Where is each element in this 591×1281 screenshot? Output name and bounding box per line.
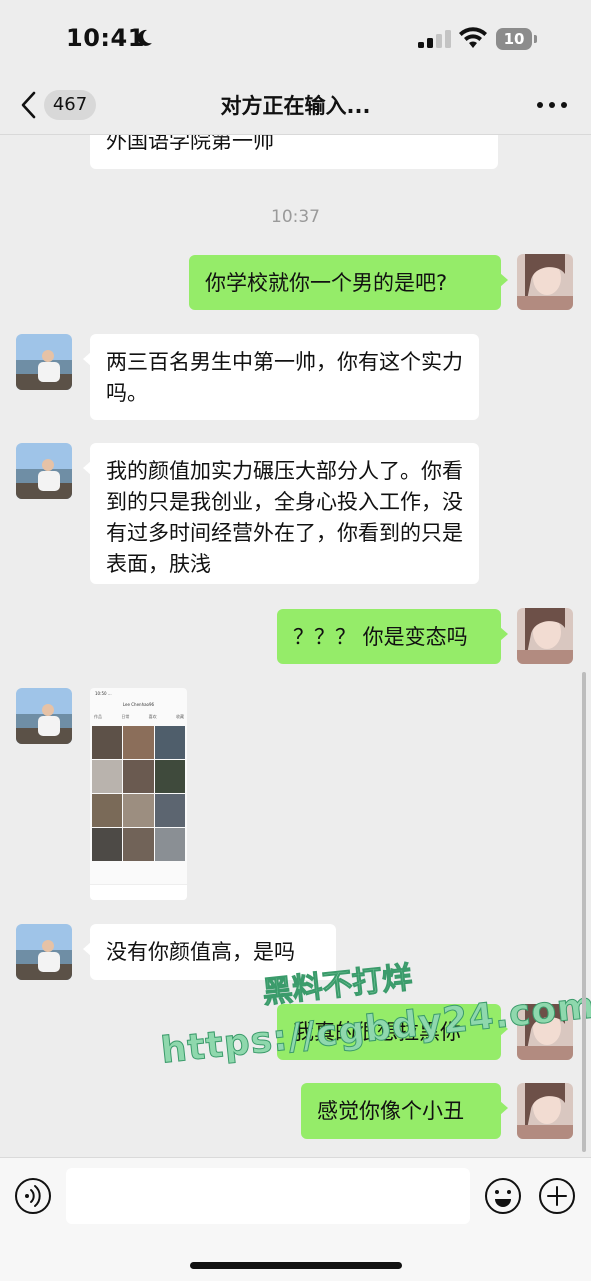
contact-avatar[interactable] [16,688,72,744]
contact-avatar[interactable] [16,924,72,980]
home-indicator[interactable] [190,1262,402,1269]
emoji-icon[interactable] [484,1177,522,1215]
battery-level: 10 [496,28,532,50]
moon-icon [137,29,152,46]
message-bubble[interactable]: 两三百名男生中第一帅，你有这个实力吗。 [83,334,479,420]
image-mini-tabs: 作品 日常 喜欢 收藏 [94,714,184,719]
image-mini-name: Lee Chenhao96 [122,702,155,707]
chat-title: 对方正在输入... [220,94,371,118]
message-text: 我的颜值加实力碾压大部分人了。你看到的只是我创业，全身心投入工作，没有过多时间经… [106,459,463,576]
message-text: 外国语学院第一帅 [106,135,274,153]
contact-avatar[interactable] [16,334,72,390]
message-timestamp: 10:37 [271,207,320,227]
message-bubble[interactable]: 外国语学院第一帅 [90,135,498,169]
my-avatar[interactable] [517,254,573,310]
signal-icon [418,30,451,48]
battery-icon: 10 [496,28,538,50]
image-mini-bottom-bar [90,884,187,900]
status-bar: 10:41 10 [0,0,591,76]
my-avatar[interactable] [517,1083,573,1139]
scrollbar[interactable] [582,672,586,1152]
my-avatar[interactable] [517,608,573,664]
message-text: 你学校就你一个男的是吧? [205,271,448,295]
voice-icon[interactable] [14,1177,52,1215]
message-text: 感觉你像个小丑 [317,1099,464,1123]
more-dots-icon[interactable] [534,98,570,112]
wifi-icon [459,27,487,48]
message-text: 没有你颜值高，是吗 [106,940,295,964]
plus-icon[interactable] [538,1177,576,1215]
message-bubble[interactable]: ？？？ 你是变态吗 [277,609,508,664]
message-text: ？？？ 你是变态吗 [293,625,468,649]
message-bubble[interactable]: 我的颜值加实力碾压大部分人了。你看到的只是我创业，全身心投入工作，没有过多时间经… [83,443,479,584]
message-bubble[interactable]: 感觉你像个小丑 [301,1083,508,1139]
image-mini-time: 10:50 ... [95,691,112,696]
input-bar [0,1157,591,1281]
image-message[interactable]: 10:50 ... Lee Chenhao96 作品 日常 喜欢 收藏 [90,688,187,900]
chat-header: 467 对方正在输入... [0,76,591,135]
message-input[interactable] [66,1168,470,1224]
image-video-grid [92,726,185,861]
message-bubble[interactable]: 你学校就你一个男的是吧? [189,255,508,310]
message-text: 两三百名男生中第一帅，你有这个实力吗。 [106,350,463,405]
contact-avatar[interactable] [16,443,72,499]
